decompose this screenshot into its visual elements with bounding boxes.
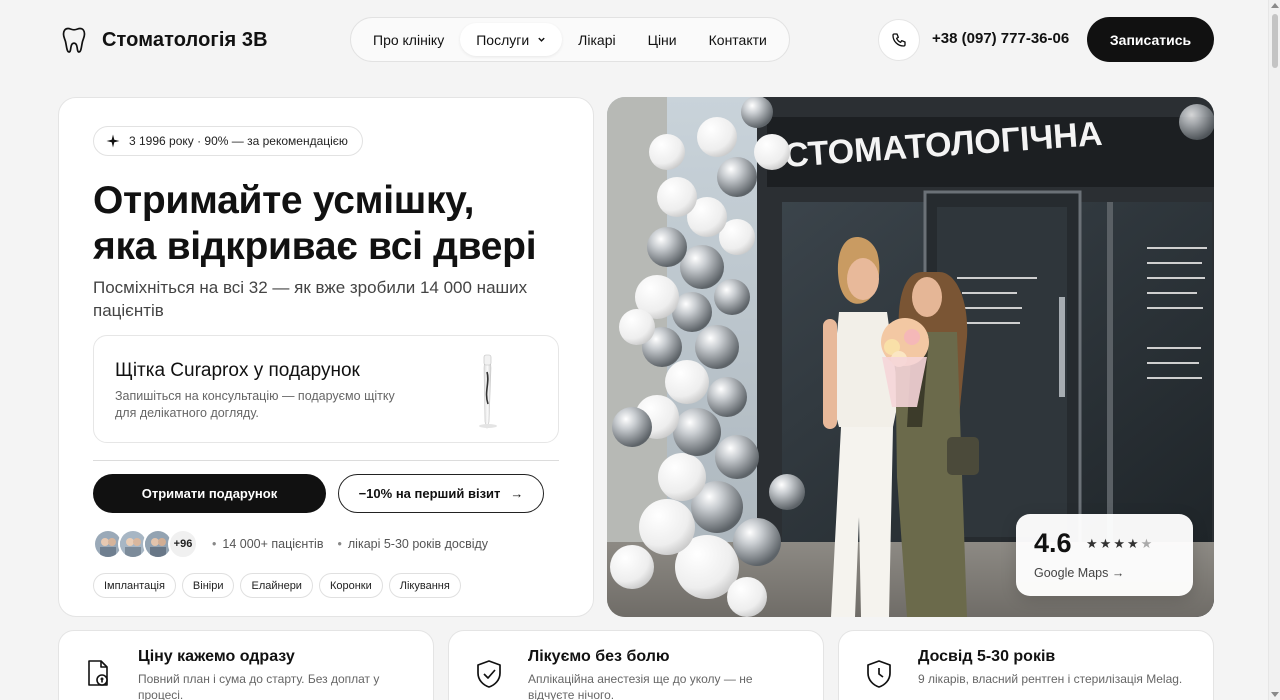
star-icon: ★: [1126, 536, 1141, 551]
scrollbar-thumb[interactable]: [1272, 14, 1278, 68]
feature-text: Повний план і сума до старту. Без доплат…: [138, 672, 380, 700]
get-gift-button[interactable]: Отримати подарунок: [93, 474, 326, 513]
nav-contacts[interactable]: Контакти: [693, 23, 783, 56]
chevron-down-icon: [538, 37, 545, 42]
phone-icon: [892, 33, 906, 47]
feature-text: 9 лікарів, власний рентген і стерилізаці…: [918, 672, 1183, 686]
price-document-icon: [88, 660, 108, 686]
doctors-experience-text: лікарі 5-30 років досвіду: [347, 537, 489, 551]
tag-crowns[interactable]: Коронки: [318, 573, 383, 598]
star-icon: ★: [1113, 536, 1127, 551]
nav-services[interactable]: Послуги: [460, 23, 563, 56]
google-rating-card[interactable]: 4.6 ★★★★★ Google Maps →: [1016, 514, 1193, 596]
patients-count-text: 14 000+ пацієнтів: [222, 537, 324, 551]
since-badge: 3 1996 року · 90% — за рекомендацією: [93, 126, 363, 156]
call-button[interactable]: [878, 19, 920, 61]
hero-title: Отримайте усмішку, яка відкриває всі две…: [93, 178, 573, 270]
hero-title-line-1: Отримайте усмішку,: [93, 179, 475, 222]
divider: [93, 460, 559, 461]
since-badge-text: 3 1996 року · 90% — за рекомендацією: [129, 134, 348, 148]
star-icon: ★: [1099, 536, 1114, 551]
doctors-experience: • лікарі 5-30 років досвіду: [337, 537, 489, 551]
nav-about[interactable]: Про клініку: [357, 23, 460, 56]
tag-veneers[interactable]: Вініри: [181, 573, 235, 598]
tag-treatment[interactable]: Лікування: [388, 573, 461, 598]
brand-logo[interactable]: Стоматологія 3В: [62, 26, 268, 54]
page-scrollbar[interactable]: [1268, 0, 1280, 700]
nav-prices[interactable]: Ціни: [632, 23, 693, 56]
feature-title: Досвід 5-30 років: [918, 648, 1056, 665]
feature-text: Аплікаційна анестезія ще до уколу — не в…: [528, 672, 753, 700]
main-nav: Про клініку Послуги Лікарі Ціни Контакти: [350, 17, 790, 62]
site-header: Стоматологія 3В Про клініку Послуги Ліка…: [0, 0, 1268, 80]
hero-title-line-2: яка відкриває всі двері: [93, 225, 537, 268]
phone-number-link[interactable]: +38 (097) 777-36-06: [932, 30, 1069, 47]
page: Стоматологія 3В Про клініку Послуги Ліка…: [0, 0, 1268, 700]
clinic-photo: СТОМАТОЛОГІЧНА 4.6 ★★★★★ Google Maps →: [607, 97, 1214, 617]
nav-doctors[interactable]: Лікарі: [562, 23, 631, 56]
tooth-icon: [62, 27, 86, 53]
gift-description: Запишіться на консультацію — подаруємо щ…: [115, 389, 395, 420]
service-tags: Імплантація Вініри Елайнери Коронки Ліку…: [93, 573, 461, 598]
shield-check-icon: [477, 660, 501, 688]
arrow-right-icon: →: [510, 486, 524, 501]
rating-stars: ★★★★★: [1086, 536, 1154, 552]
clock-shield-icon: [867, 660, 891, 688]
hero-subtitle: Посміхніться на всі 32 — як вже зробили …: [93, 278, 528, 320]
nav-services-label: Послуги: [476, 31, 530, 48]
feature-card-painless: Лікуємо без болю Аплікаційна анестезія щ…: [448, 630, 824, 700]
feature-card-price: Ціну кажемо одразу Повний план і сума до…: [58, 630, 434, 700]
rating-value: 4.6: [1034, 528, 1072, 558]
gift-title: Щітка Curaprox у подарунок: [115, 360, 360, 381]
toothbrush-image: [479, 354, 497, 429]
gift-offer-card[interactable]: Щітка Curaprox у подарунок Запишіться на…: [93, 335, 559, 443]
scroll-up-icon[interactable]: [1271, 3, 1279, 8]
star-empty-icon: ★: [1140, 536, 1155, 551]
google-maps-link[interactable]: Google Maps →: [1034, 566, 1124, 580]
patients-count: • 14 000+ пацієнтів: [212, 537, 324, 551]
feature-title: Ціну кажемо одразу: [138, 648, 295, 665]
scroll-down-icon[interactable]: [1271, 692, 1279, 697]
hero-card: 3 1996 року · 90% — за рекомендацією Отр…: [58, 97, 594, 617]
book-appointment-button[interactable]: Записатись: [1087, 17, 1214, 62]
feature-title: Лікуємо без болю: [528, 648, 670, 665]
sparkle-icon: [106, 134, 120, 148]
more-patients-badge: +96: [168, 529, 198, 559]
feature-card-experience: Досвід 5-30 років 9 лікарів, власний рен…: [838, 630, 1214, 700]
tag-aligners[interactable]: Елайнери: [240, 573, 313, 598]
brand-name: Стоматологія 3В: [102, 28, 268, 51]
first-visit-discount-label: −10% на перший візит: [358, 486, 501, 501]
social-proof: +96 • 14 000+ пацієнтів • лікарі 5-30 рокі…: [93, 529, 488, 559]
first-visit-discount-button[interactable]: −10% на перший візит →: [338, 474, 544, 513]
star-icon: ★: [1086, 536, 1100, 551]
tag-implantation[interactable]: Імплантація: [93, 573, 176, 598]
